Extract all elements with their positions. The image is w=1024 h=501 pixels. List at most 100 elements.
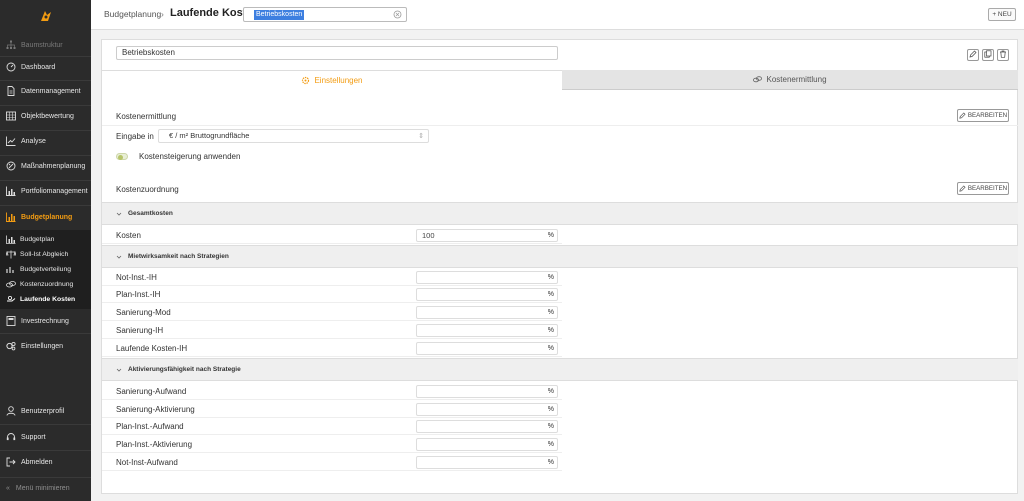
user-icon (6, 406, 16, 416)
table-row: Plan-Inst.-Aufwand % (102, 418, 562, 435)
coins-icon (6, 280, 16, 289)
chevron-down-icon (116, 211, 122, 217)
percent-input[interactable]: % (416, 420, 558, 433)
toggle-knob (118, 154, 123, 160)
copy-button[interactable] (982, 49, 994, 61)
collapse-menu-button[interactable]: « Menü minimieren (0, 480, 91, 497)
sidebar-item-dashboard[interactable]: Dashboard (0, 57, 91, 77)
sidebar-item-label: Budgetplanung (21, 213, 73, 221)
sidebar-item-budgetplanung[interactable]: Budgetplanung (0, 207, 91, 227)
tab-einstellungen[interactable]: Einstellungen (102, 70, 562, 90)
dashboard-icon (6, 62, 16, 72)
sidebar-item-datenmanagement[interactable]: Datenmanagement (0, 81, 91, 101)
submenu-item-budgetplan[interactable]: Budgetplan (0, 233, 91, 246)
row-label: Sanierung-IH (116, 326, 164, 335)
percent-input[interactable]: % (416, 456, 558, 469)
sidebar-item-label: Einstellungen (21, 342, 64, 350)
sidebar-item-label: Objektbewertung (21, 112, 74, 120)
sidebar-item-analyse[interactable]: Analyse (0, 131, 91, 151)
divider (0, 424, 91, 425)
sidebar-item-abmelden[interactable]: Abmelden (0, 452, 91, 472)
chevron-down-icon (116, 254, 122, 260)
pencil-icon (969, 50, 977, 60)
submenu-item-kostenzuordnung[interactable]: Kostenzuordnung (0, 278, 91, 291)
table-row: Sanierung-Mod % (102, 304, 562, 321)
unit-label: % (547, 388, 554, 395)
sidebar-item-portfoliomanagement[interactable]: Portfoliomanagement (0, 181, 91, 201)
updown-caret-icon: ⇕ (418, 133, 424, 140)
table-row: Plan-Inst.-Aktivierung % (102, 436, 562, 453)
percent-input[interactable]: % (416, 324, 558, 337)
clear-icon[interactable] (393, 10, 402, 19)
row-label: Sanierung-Aktivierung (116, 405, 195, 414)
unit-label: % (547, 232, 554, 239)
record-select-value: Betriebskosten (254, 9, 305, 20)
percent-input[interactable]: % (416, 403, 558, 416)
percent-input[interactable]: % (416, 271, 558, 284)
scale-icon (6, 250, 16, 259)
percent-input[interactable]: % (416, 438, 558, 451)
edit-name-button[interactable] (967, 49, 979, 61)
sidebar-item-support[interactable]: Support (0, 427, 91, 447)
group-header-aktivierungsfaehigkeit[interactable]: Aktivierungsfähigkeit nach Strategie (102, 358, 1018, 381)
submenu-item-budgetverteilung[interactable]: Budgetverteilung (0, 263, 91, 276)
sidebar-item-label: Benutzerprofil (21, 407, 65, 415)
edit-kostenzuordnung-button[interactable]: BEARBEITEN (957, 182, 1009, 195)
new-button[interactable]: + NEU (988, 8, 1016, 21)
delete-button[interactable] (997, 49, 1009, 61)
sidebar-item-objektbewertung[interactable]: Objektbewertung (0, 106, 91, 126)
submenu-item-laufende-kosten[interactable]: Laufende Kosten (0, 293, 91, 306)
trash-icon (999, 50, 1007, 60)
unit-label: % (547, 345, 554, 352)
submenu-item-soll-ist-abgleich[interactable]: Soll-Ist Abgleich (0, 248, 91, 261)
edit-kostenermittlung-button[interactable]: BEARBEITEN (957, 109, 1009, 122)
row-label: Plan-Inst.-IH (116, 290, 161, 299)
edit-button-label: BEARBEITEN (967, 112, 1008, 119)
unit-select-value: € / m² Bruttogrundfläche (169, 131, 250, 140)
chevron-down-icon (116, 367, 122, 373)
percent-input[interactable]: 100 % (416, 229, 558, 242)
sidebar-item-einstellungen[interactable]: Einstellungen (0, 336, 91, 356)
submenu-budgetplanung: Budgetplan Soll-Ist Abgleich Budgetverte… (0, 230, 91, 309)
group-header-gesamtkosten[interactable]: Gesamtkosten (102, 202, 1018, 225)
support-icon (6, 432, 16, 442)
gear-icon (301, 76, 310, 85)
percent-input[interactable]: % (416, 288, 558, 301)
tools-icon (6, 161, 16, 171)
divider (0, 450, 91, 451)
section-title-kostenermittlung: Kostenermittlung (116, 112, 177, 121)
sidebar-item-massnahmenplanung[interactable]: Maßnahmenplanung (0, 156, 91, 176)
record-select[interactable]: Betriebskosten (243, 7, 407, 22)
sidebar-item-investrechnung[interactable]: Investrechnung (0, 311, 91, 331)
portfolio-icon (6, 186, 16, 196)
sidebar-item-benutzerprofil[interactable]: Benutzerprofil (0, 401, 91, 421)
kostensteigerung-toggle[interactable] (116, 153, 128, 160)
logo-icon[interactable] (38, 8, 54, 24)
divider (102, 125, 1018, 126)
kostensteigerung-label: Kostensteigerung anwenden (139, 152, 241, 161)
percent-input[interactable]: % (416, 342, 558, 355)
edit-button-label: BEARBEITEN (967, 185, 1008, 192)
unit-label: % (547, 406, 554, 413)
percent-input[interactable]: % (416, 385, 558, 398)
eingabe-label: Eingabe in (116, 132, 154, 141)
distribution-icon (6, 265, 16, 274)
unit-select[interactable]: € / m² Bruttogrundfläche ⇕ (158, 129, 429, 143)
grid-icon (6, 111, 16, 121)
coins-icon (753, 75, 763, 84)
percent-input[interactable]: % (416, 306, 558, 319)
tab-kostenermittlung[interactable]: Kostenermittlung (562, 70, 1018, 90)
row-label: Sanierung-Mod (116, 308, 171, 317)
unit-label: % (547, 327, 554, 334)
calculator-icon (6, 316, 16, 326)
sidebar-item-label: Baumstruktur (21, 41, 63, 49)
row-label: Not-Inst.-IH (116, 273, 157, 282)
table-row: Sanierung-Aktivierung % (102, 401, 562, 418)
sidebar-item-baumstruktur[interactable]: Baumstruktur (0, 35, 91, 55)
divider (0, 333, 91, 334)
bar-chart-icon (6, 235, 16, 244)
breadcrumb[interactable]: Budgetplanung (104, 9, 161, 19)
name-input[interactable]: Betriebskosten (116, 46, 558, 60)
group-header-mietwirksamkeit[interactable]: Mietwirksamkeit nach Strategien (102, 245, 1018, 268)
table-row: Sanierung-Aufwand % (102, 383, 562, 400)
